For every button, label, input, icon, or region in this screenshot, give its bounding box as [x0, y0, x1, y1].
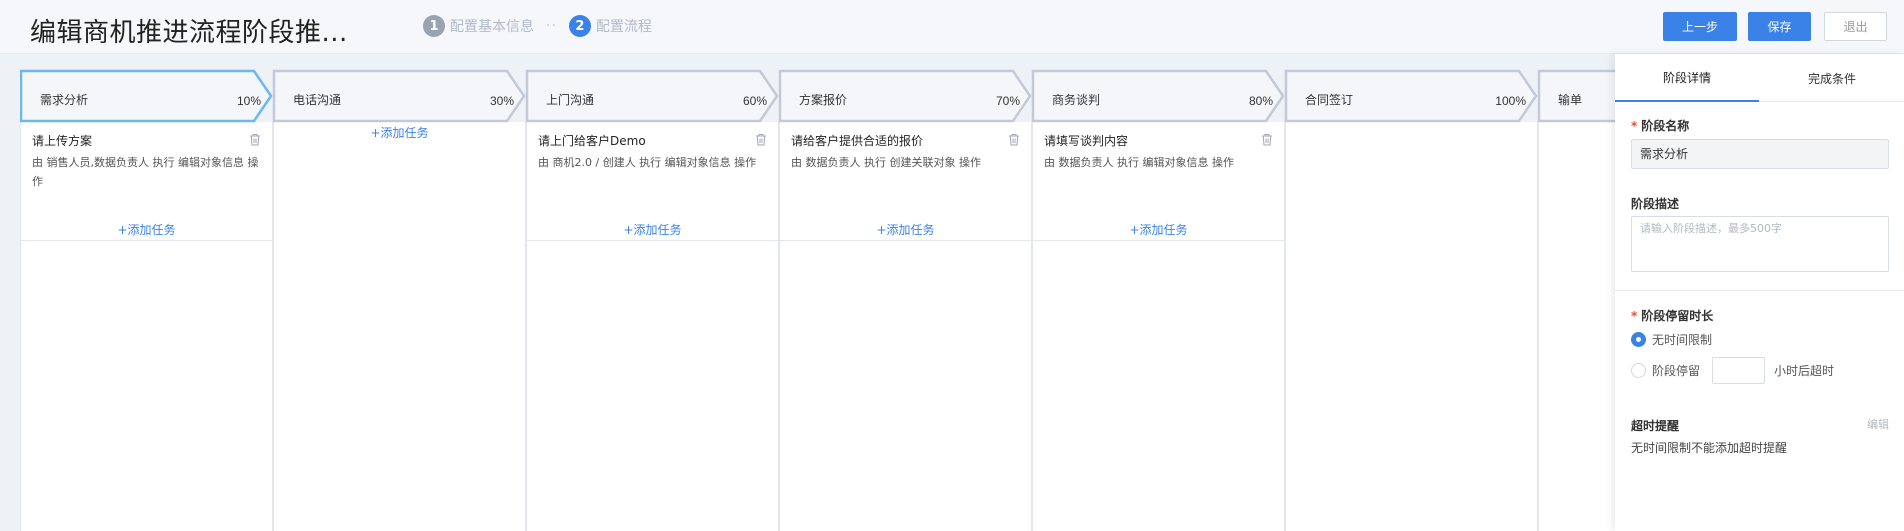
stage-column: 输单 [1537, 68, 1615, 531]
hours-input[interactable] [1712, 357, 1766, 384]
step-separator: ·· [546, 18, 557, 34]
step-configure-flow[interactable]: 2 配置流程 [568, 15, 652, 37]
add-task-button[interactable]: +添加任务 [1033, 221, 1284, 238]
radio-no-limit[interactable]: 无时间限制 [1631, 331, 1712, 348]
task-description: 由 数据负责人 执行 编辑对象信息 操作 [1044, 156, 1234, 169]
stage-percent: 30% [489, 94, 514, 108]
radio-stage-stay[interactable]: 阶段停留 小时后超时 [1631, 357, 1834, 384]
task-title: 请填写谈判内容 [1044, 134, 1129, 148]
divider [1615, 290, 1904, 291]
stage-percent: 60% [742, 94, 767, 108]
trash-icon[interactable] [249, 133, 261, 146]
previous-step-button[interactable]: 上一步 [1663, 12, 1737, 41]
step-label: 配置流程 [595, 19, 652, 35]
add-task-button[interactable]: +添加任务 [274, 124, 525, 141]
stage-name: 需求分析 [40, 93, 89, 107]
stage-percent: 70% [995, 94, 1020, 108]
step-number: 1 [423, 15, 445, 37]
stage-percent: 80% [1248, 94, 1273, 108]
timeout-reminder-label: 超时提醒 [1631, 419, 1680, 433]
page-title: 编辑商机推进流程阶段推... [30, 18, 348, 48]
stage-body: 请上门给客户Demo 由 商机2.0 / 创建人 执行 编辑对象信息 操作 +添… [526, 122, 779, 531]
stage-name-label: * 阶段名称 [1631, 119, 1690, 133]
panel-tabs: 阶段详情 完成条件 [1615, 54, 1904, 102]
trash-icon[interactable] [755, 133, 767, 146]
task-title: 请上传方案 [32, 134, 93, 148]
stage-body: 请给客户提供合适的报价 由 数据负责人 执行 创建关联对象 操作 +添加任务 [779, 122, 1032, 531]
stage-name: 方案报价 [799, 93, 848, 107]
stage-name: 输单 [1558, 93, 1583, 107]
stage-stay-label: * 阶段停留时长 [1631, 309, 1714, 323]
stage-name: 商务谈判 [1052, 93, 1101, 107]
trash-icon[interactable] [1008, 133, 1020, 146]
stage-board: 请上传方案 由 销售人员,数据负责人 执行 编辑对象信息 操作 +添加任务 需求… [20, 68, 1615, 531]
radio-unchecked-icon [1631, 363, 1646, 378]
stage-description-textarea[interactable]: 请输入阶段描述，最多500字 [1631, 216, 1889, 272]
tab-completion-conditions[interactable]: 完成条件 [1760, 54, 1904, 102]
stage-name: 合同签订 [1305, 93, 1354, 107]
stage-body: +添加任务 [273, 122, 526, 531]
tab-stage-details[interactable]: 阶段详情 [1615, 54, 1759, 102]
task-description: 由 销售人员,数据负责人 执行 编辑对象信息 操作 [32, 156, 259, 188]
trash-icon[interactable] [1261, 133, 1273, 146]
step-label: 配置基本信息 [450, 19, 534, 35]
step-basic-info[interactable]: 1 配置基本信息 [423, 15, 534, 37]
stage-column: 请填写谈判内容 由 数据负责人 执行 编辑对象信息 操作 +添加任务 商务谈判 … [1031, 68, 1285, 531]
exit-button[interactable]: 退出 [1824, 12, 1887, 41]
stage-column: 合同签订 100% [1284, 68, 1538, 531]
timeout-reminder-text: 无时间限制不能添加超时提醒 [1631, 441, 1788, 455]
radio-checked-icon [1631, 332, 1646, 347]
save-button[interactable]: 保存 [1748, 12, 1811, 41]
task-title: 请上门给客户Demo [538, 134, 646, 148]
stage-column: 请上传方案 由 销售人员,数据负责人 执行 编辑对象信息 操作 +添加任务 需求… [20, 68, 273, 531]
stage-name-input[interactable]: 需求分析 [1631, 139, 1889, 169]
add-task-button[interactable]: +添加任务 [21, 221, 272, 238]
page-header: 编辑商机推进流程阶段推... 1 配置基本信息 ·· 2 配置流程 上一步 保存… [0, 0, 1904, 54]
stage-column: +添加任务 电话沟通 30% [272, 68, 526, 531]
stage-percent: 100% [1495, 94, 1526, 108]
step-number: 2 [568, 15, 591, 37]
stage-body: 请上传方案 由 销售人员,数据负责人 执行 编辑对象信息 操作 +添加任务 [20, 122, 273, 531]
stage-percent: 10% [236, 94, 261, 108]
stage-name: 电话沟通 [293, 93, 342, 107]
stage-body [1285, 122, 1538, 531]
task-title: 请给客户提供合适的报价 [791, 134, 924, 148]
stage-column: 请给客户提供合适的报价 由 数据负责人 执行 创建关联对象 操作 +添加任务 方… [778, 68, 1032, 531]
task-description: 由 商机2.0 / 创建人 执行 编辑对象信息 操作 [538, 156, 757, 169]
task-description: 由 数据负责人 执行 创建关联对象 操作 [791, 156, 981, 169]
stage-body [1538, 122, 1615, 531]
stage-name: 上门沟通 [546, 93, 595, 107]
step-indicator: 1 配置基本信息 ·· 2 配置流程 [423, 15, 652, 37]
edit-timeout-link[interactable]: 编辑 [1867, 416, 1889, 432]
stage-body: 请填写谈判内容 由 数据负责人 执行 编辑对象信息 操作 +添加任务 [1032, 122, 1285, 531]
add-task-button[interactable]: +添加任务 [780, 221, 1031, 238]
stage-detail-panel: 阶段详情 完成条件 * 阶段名称 需求分析 阶段描述 请输入阶段描述，最多500字… [1615, 54, 1904, 531]
stage-column: 请上门给客户Demo 由 商机2.0 / 创建人 执行 编辑对象信息 操作 +添… [525, 68, 779, 531]
add-task-button[interactable]: +添加任务 [527, 221, 778, 238]
stage-description-label: 阶段描述 [1631, 197, 1680, 211]
